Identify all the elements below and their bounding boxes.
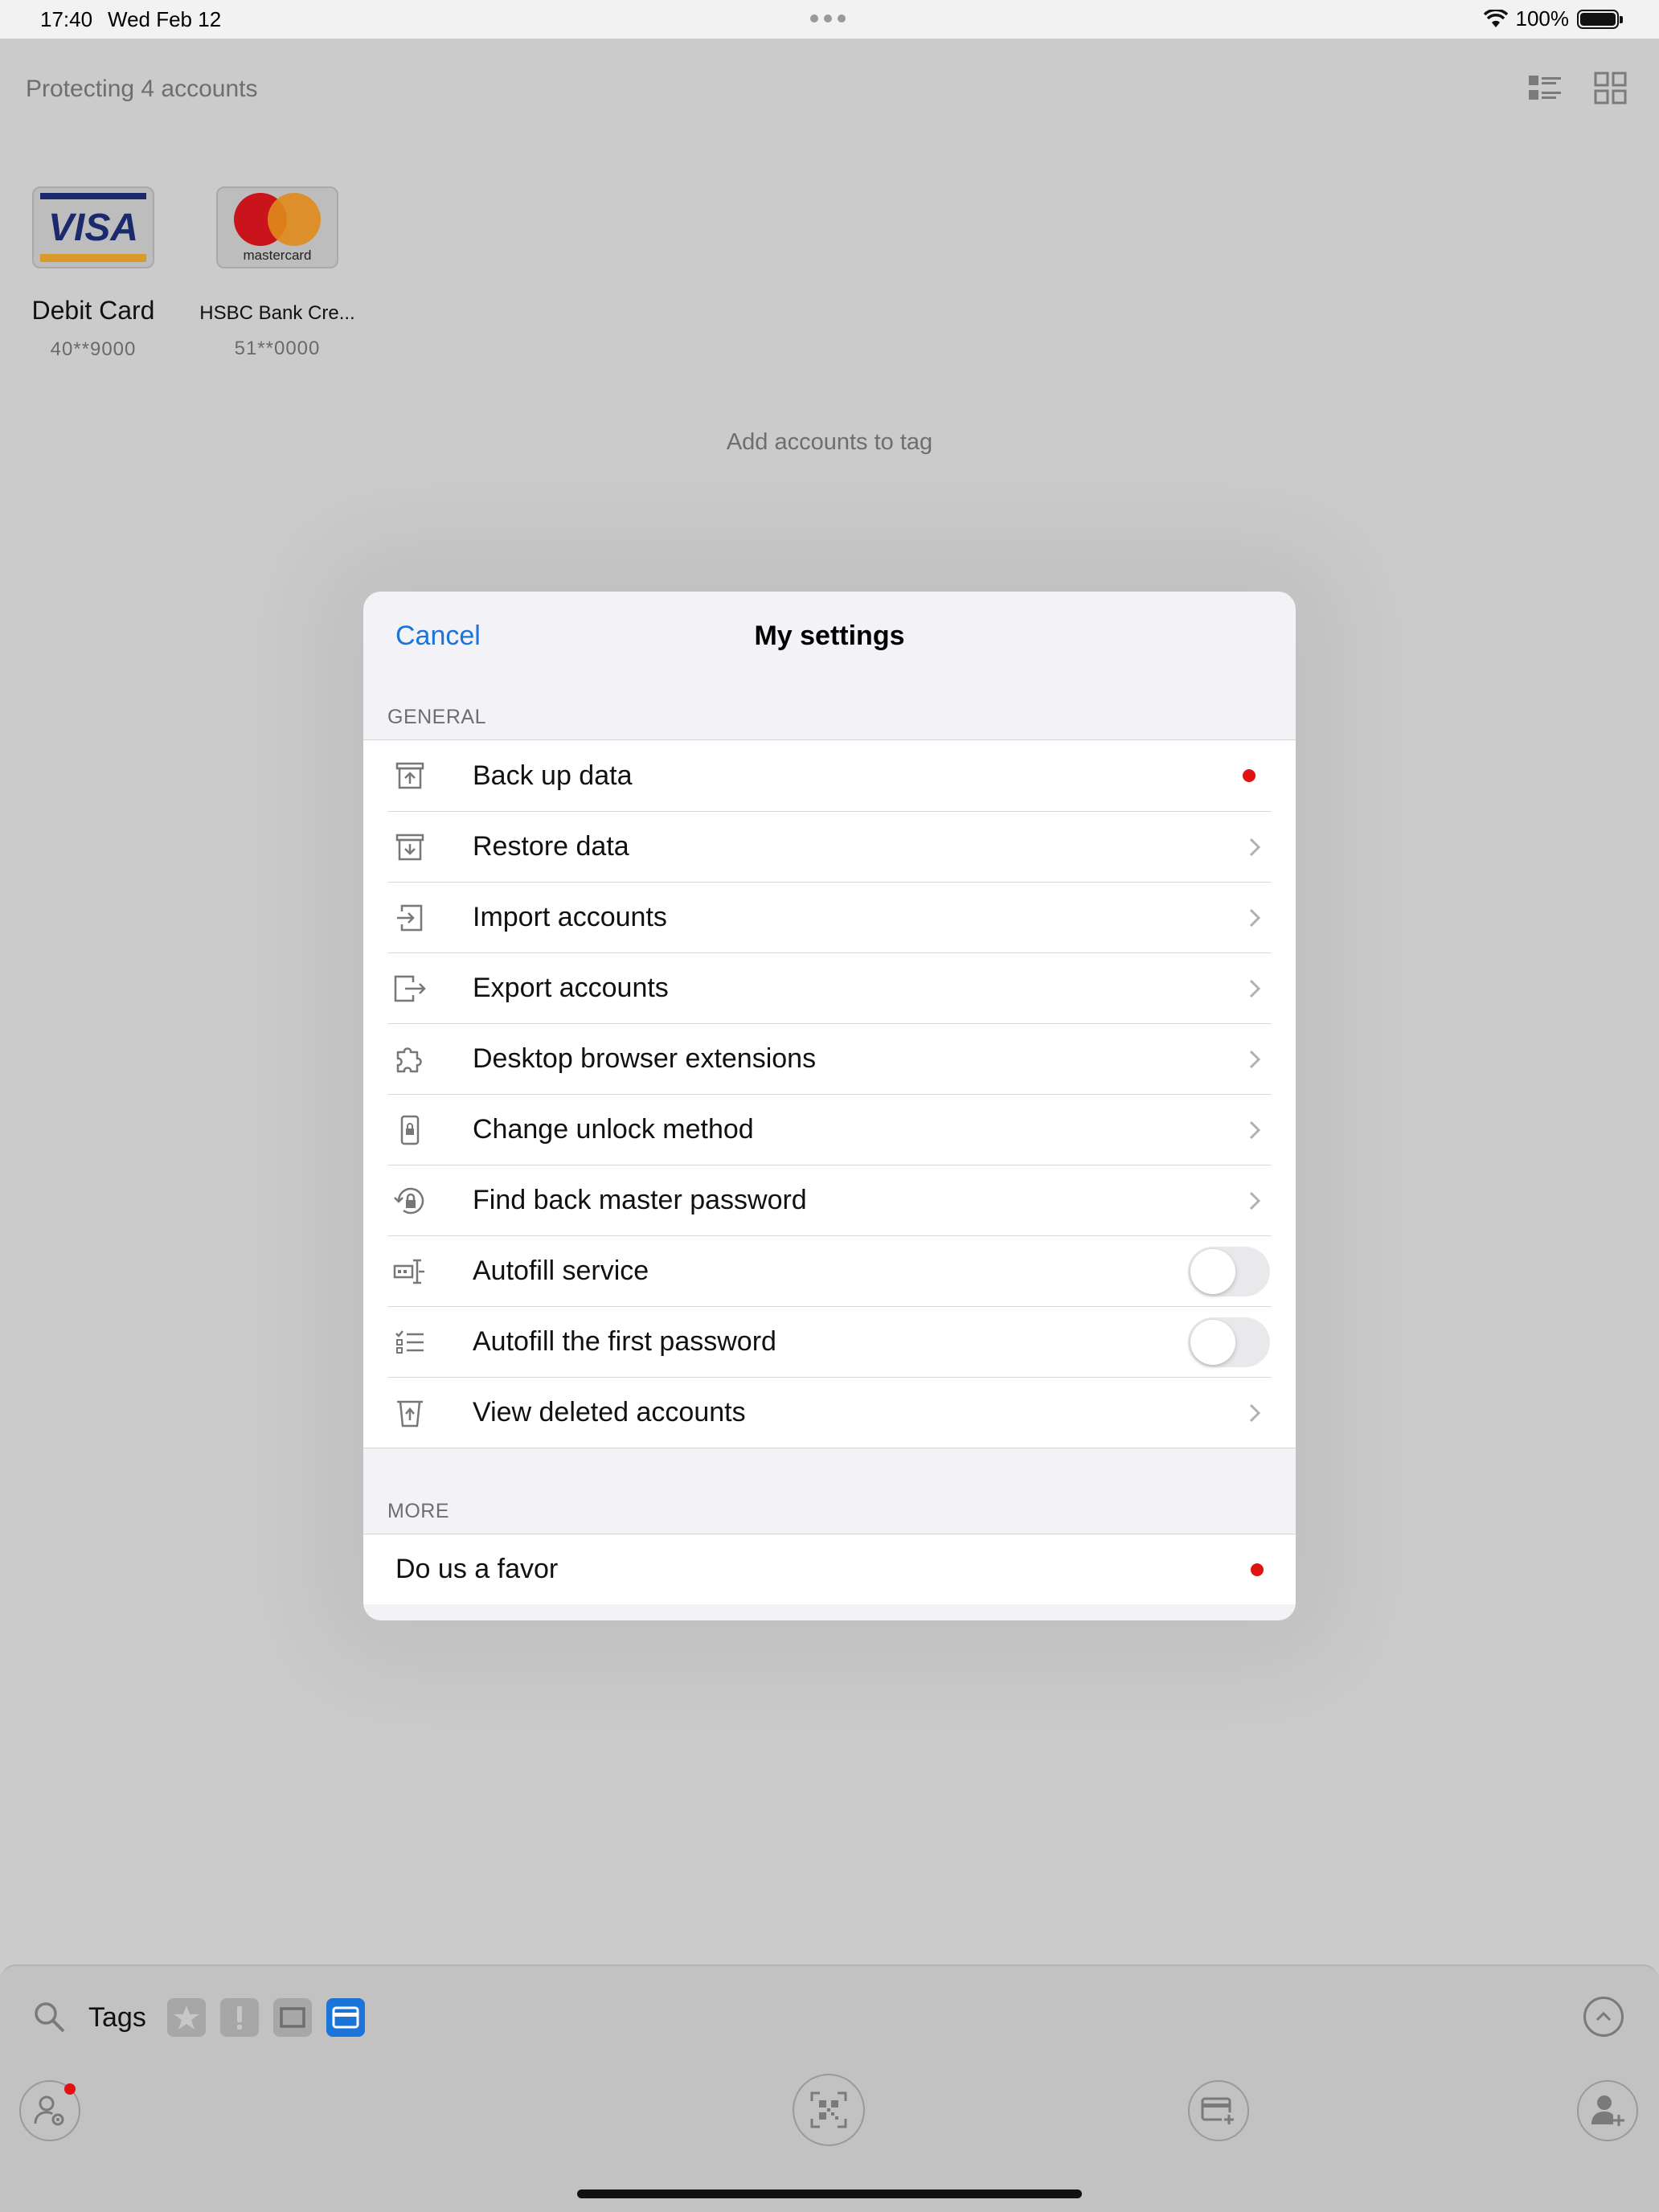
user-gear-icon	[34, 2095, 64, 2126]
import-icon	[391, 899, 429, 937]
autofill-icon	[391, 1252, 429, 1291]
settings-row-do-us-a-favor[interactable]: Do us a favor	[363, 1534, 1296, 1604]
chevron-right-icon	[1249, 1120, 1261, 1140]
row-label: Back up data	[473, 760, 633, 791]
chevron-right-icon	[1249, 979, 1261, 998]
settings-row-unlock-method[interactable]: Change unlock method	[387, 1094, 1272, 1165]
square-icon[interactable]	[272, 1998, 312, 2037]
row-label: Export accounts	[473, 973, 669, 1003]
card-item-hsbc[interactable]: mastercard HSBC Bank Cre... 51**0000	[185, 186, 370, 360]
phone-lock-icon	[391, 1111, 429, 1149]
settings-row-backup[interactable]: Back up data	[387, 740, 1272, 811]
chevron-right-icon	[1249, 1403, 1261, 1423]
accounts-count-text: Protecting 4 accounts	[26, 76, 258, 102]
row-label: Import accounts	[473, 902, 667, 932]
settings-row-import[interactable]: Import accounts	[387, 882, 1272, 952]
add-account-button[interactable]	[1577, 2080, 1638, 2141]
battery-icon	[1577, 9, 1623, 29]
settings-row-autofill-first-password: Autofill the first password	[387, 1306, 1272, 1377]
card-item-debit[interactable]: VISA Debit Card 40**9000	[1, 186, 186, 361]
card-name: HSBC Bank Cre...	[199, 302, 355, 324]
settings-row-deleted-accounts[interactable]: View deleted accounts	[387, 1377, 1272, 1448]
card-icon[interactable]	[326, 1998, 365, 2037]
card-name: Debit Card	[31, 296, 155, 325]
general-settings-list: Back up data Restore data Import account…	[363, 739, 1296, 1448]
star-icon[interactable]	[166, 1998, 206, 2037]
autofill-first-password-toggle[interactable]	[1188, 1317, 1270, 1367]
scan-qr-button[interactable]	[793, 2074, 865, 2146]
row-label: Change unlock method	[473, 1114, 754, 1145]
autofill-service-toggle[interactable]	[1188, 1247, 1270, 1296]
status-bar: 17:40 Wed Feb 12 100%	[0, 0, 1659, 39]
row-label: Autofill service	[473, 1256, 649, 1286]
section-header-general: GENERAL	[387, 706, 486, 728]
wifi-icon	[1483, 9, 1508, 27]
collapse-chevron-up-icon[interactable]	[1583, 1997, 1624, 2037]
status-date: Wed Feb 12	[108, 7, 222, 31]
backup-icon	[391, 756, 429, 795]
tags-row: Tags	[32, 1998, 365, 2037]
card-number: 51**0000	[234, 338, 321, 359]
tags-label: Tags	[88, 2001, 146, 2033]
exclamation-icon[interactable]	[219, 1998, 259, 2037]
status-time: 17:40	[40, 7, 93, 31]
settings-row-export[interactable]: Export accounts	[387, 952, 1272, 1023]
chevron-right-icon	[1249, 908, 1261, 928]
section-header-more: MORE	[387, 1500, 449, 1522]
export-icon	[391, 969, 429, 1008]
card-number: 40**9000	[50, 338, 137, 360]
view-switcher	[1527, 71, 1628, 106]
modal-header: Cancel My settings	[363, 592, 1296, 704]
row-label: View deleted accounts	[473, 1397, 746, 1428]
grid-view-icon[interactable]	[1593, 71, 1628, 106]
alert-dot	[1251, 1563, 1264, 1576]
home-indicator	[577, 2189, 1082, 2198]
visa-logo: VISA	[32, 186, 154, 268]
restore-icon	[391, 828, 429, 866]
row-label: Do us a favor	[395, 1554, 559, 1584]
row-label: Find back master password	[473, 1185, 807, 1215]
lock-reset-icon	[391, 1182, 429, 1220]
qr-scan-icon	[810, 2091, 847, 2128]
add-card-button[interactable]	[1188, 2080, 1249, 2141]
chevron-right-icon	[1249, 1050, 1261, 1069]
alert-dot	[1243, 769, 1256, 782]
notification-dot	[64, 2083, 76, 2095]
trash-icon	[391, 1394, 429, 1432]
search-icon[interactable]	[32, 2000, 68, 2035]
chevron-right-icon	[1249, 1191, 1261, 1210]
puzzle-icon	[391, 1040, 429, 1079]
bottom-toolbar: Tags	[0, 1964, 1659, 2212]
checklist-icon	[391, 1323, 429, 1362]
mastercard-logo: mastercard	[216, 186, 338, 268]
add-accounts-hint[interactable]: Add accounts to tag	[0, 429, 1659, 456]
chevron-right-icon	[1249, 838, 1261, 857]
add-card-icon	[1201, 2097, 1236, 2127]
row-label: Autofill the first password	[473, 1326, 776, 1357]
add-user-icon	[1591, 2095, 1624, 2126]
user-settings-button[interactable]	[19, 2080, 80, 2141]
settings-row-browser-extensions[interactable]: Desktop browser extensions	[387, 1023, 1272, 1094]
settings-modal: Cancel My settings GENERAL Back up data …	[363, 592, 1296, 1620]
row-label: Restore data	[473, 831, 629, 862]
settings-row-find-master-password[interactable]: Find back master password	[387, 1165, 1272, 1235]
list-view-icon[interactable]	[1527, 71, 1563, 106]
multitasking-dots-icon[interactable]	[810, 14, 846, 23]
modal-title: My settings	[754, 621, 905, 651]
status-right: 100%	[1483, 6, 1623, 31]
battery-percent: 100%	[1515, 6, 1570, 31]
settings-row-autofill-service: Autofill service	[387, 1235, 1272, 1306]
settings-row-restore[interactable]: Restore data	[387, 811, 1272, 882]
row-label: Desktop browser extensions	[473, 1043, 817, 1074]
